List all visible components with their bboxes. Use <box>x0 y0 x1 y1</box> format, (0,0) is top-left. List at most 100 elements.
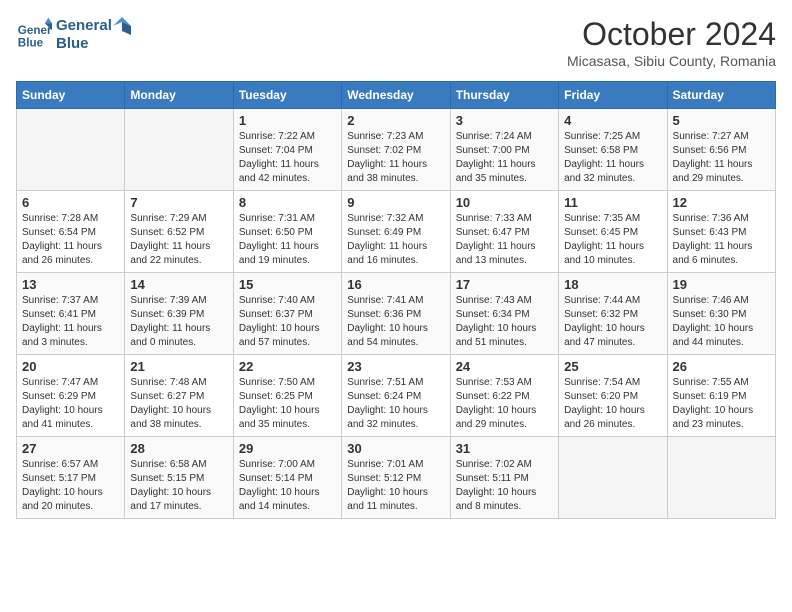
day-number: 5 <box>673 113 770 128</box>
day-info: Sunrise: 7:51 AM Sunset: 6:24 PM Dayligh… <box>347 376 444 432</box>
location: Micasasa, Sibiu County, Romania <box>567 53 776 69</box>
logo-general: General <box>56 17 112 34</box>
day-info: Sunrise: 7:02 AM Sunset: 5:11 PM Dayligh… <box>456 458 553 514</box>
day-number: 23 <box>347 359 444 374</box>
calendar-cell: 9 Sunrise: 7:32 AM Sunset: 6:49 PM Daylig… <box>342 191 450 273</box>
calendar-cell <box>125 109 233 191</box>
calendar-cell: 24 Sunrise: 7:53 AM Sunset: 6:22 PM Dayli… <box>450 355 558 437</box>
day-info: Sunrise: 7:55 AM Sunset: 6:19 PM Dayligh… <box>673 376 770 432</box>
day-number: 1 <box>239 113 336 128</box>
title-block: October 2024 Micasasa, Sibiu County, Rom… <box>567 16 776 69</box>
calendar-cell: 29Sunrise: 7:00 AM Sunset: 5:14 PM Dayli… <box>233 437 341 519</box>
calendar-cell: 5 Sunrise: 7:27 AM Sunset: 6:56 PM Daylig… <box>667 109 775 191</box>
calendar-cell: 23 Sunrise: 7:51 AM Sunset: 6:24 PM Dayli… <box>342 355 450 437</box>
day-info: Sunrise: 7:44 AM Sunset: 6:32 PM Dayligh… <box>564 294 661 350</box>
calendar-cell: 28 Sunrise: 6:58 AM Sunset: 5:15 PM Dayli… <box>125 437 233 519</box>
day-number: 22 <box>239 359 336 374</box>
day-number: 4 <box>564 113 661 128</box>
day-number: 16 <box>347 277 444 292</box>
day-info: Sunrise: 7:43 AM Sunset: 6:34 PM Dayligh… <box>456 294 553 350</box>
weekday-monday: Monday <box>125 82 233 109</box>
day-info: Sunrise: 6:57 AM Sunset: 5:17 PM Dayligh… <box>22 458 119 514</box>
weekday-friday: Friday <box>559 82 667 109</box>
day-info: Sunrise: 7:48 AM Sunset: 6:27 PM Dayligh… <box>130 376 227 432</box>
day-info: Sunrise: 7:33 AM Sunset: 6:47 PM Dayligh… <box>456 212 553 268</box>
day-info: Sunrise: 7:53 AM Sunset: 6:22 PM Dayligh… <box>456 376 553 432</box>
day-info: Sunrise: 7:24 AM Sunset: 7:00 PM Dayligh… <box>456 130 553 186</box>
day-info: Sunrise: 7:32 AM Sunset: 6:49 PM Dayligh… <box>347 212 444 268</box>
day-info: Sunrise: 7:36 AM Sunset: 6:43 PM Dayligh… <box>673 212 770 268</box>
day-info: Sunrise: 7:50 AM Sunset: 6:25 PM Dayligh… <box>239 376 336 432</box>
day-number: 14 <box>130 277 227 292</box>
day-info: Sunrise: 7:47 AM Sunset: 6:29 PM Dayligh… <box>22 376 119 432</box>
day-number: 27 <box>22 441 119 456</box>
calendar-cell: 18 Sunrise: 7:44 AM Sunset: 6:32 PM Dayli… <box>559 273 667 355</box>
calendar-cell: 22 Sunrise: 7:50 AM Sunset: 6:25 PM Dayli… <box>233 355 341 437</box>
calendar-cell: 26 Sunrise: 7:55 AM Sunset: 6:19 PM Dayli… <box>667 355 775 437</box>
calendar-cell: 30 Sunrise: 7:01 AM Sunset: 5:12 PM Dayli… <box>342 437 450 519</box>
calendar-cell <box>559 437 667 519</box>
month-title: October 2024 <box>567 16 776 53</box>
day-info: Sunrise: 7:22 AM Sunset: 7:04 PM Dayligh… <box>239 130 336 186</box>
day-info: Sunrise: 7:25 AM Sunset: 6:58 PM Dayligh… <box>564 130 661 186</box>
day-number: 25 <box>564 359 661 374</box>
week-row-5: 27 Sunrise: 6:57 AM Sunset: 5:17 PM Dayli… <box>17 437 776 519</box>
day-number: 10 <box>456 195 553 210</box>
day-number: 12 <box>673 195 770 210</box>
calendar-cell: 3Sunrise: 7:24 AM Sunset: 7:00 PM Daylig… <box>450 109 558 191</box>
day-number: 30 <box>347 441 444 456</box>
day-number: 2 <box>347 113 444 128</box>
calendar-cell: 6Sunrise: 7:28 AM Sunset: 6:54 PM Daylig… <box>17 191 125 273</box>
calendar-cell: 21 Sunrise: 7:48 AM Sunset: 6:27 PM Dayli… <box>125 355 233 437</box>
day-number: 11 <box>564 195 661 210</box>
week-row-4: 20Sunrise: 7:47 AM Sunset: 6:29 PM Dayli… <box>17 355 776 437</box>
calendar-cell: 19 Sunrise: 7:46 AM Sunset: 6:30 PM Dayli… <box>667 273 775 355</box>
day-number: 28 <box>130 441 227 456</box>
day-info: Sunrise: 7:35 AM Sunset: 6:45 PM Dayligh… <box>564 212 661 268</box>
day-number: 18 <box>564 277 661 292</box>
day-info: Sunrise: 7:29 AM Sunset: 6:52 PM Dayligh… <box>130 212 227 268</box>
day-number: 15 <box>239 277 336 292</box>
logo-arrow-icon <box>113 17 131 35</box>
day-info: Sunrise: 7:37 AM Sunset: 6:41 PM Dayligh… <box>22 294 119 350</box>
calendar-cell: 17 Sunrise: 7:43 AM Sunset: 6:34 PM Dayli… <box>450 273 558 355</box>
day-info: Sunrise: 7:46 AM Sunset: 6:30 PM Dayligh… <box>673 294 770 350</box>
day-number: 17 <box>456 277 553 292</box>
calendar-cell: 14Sunrise: 7:39 AM Sunset: 6:39 PM Dayli… <box>125 273 233 355</box>
day-info: Sunrise: 7:31 AM Sunset: 6:50 PM Dayligh… <box>239 212 336 268</box>
calendar-cell: 16Sunrise: 7:41 AM Sunset: 6:36 PM Dayli… <box>342 273 450 355</box>
calendar-cell: 25 Sunrise: 7:54 AM Sunset: 6:20 PM Dayli… <box>559 355 667 437</box>
day-number: 26 <box>673 359 770 374</box>
day-number: 31 <box>456 441 553 456</box>
page-header: General Blue General Blue October 2024 M… <box>16 16 776 69</box>
calendar-cell: 10 Sunrise: 7:33 AM Sunset: 6:47 PM Dayli… <box>450 191 558 273</box>
day-info: Sunrise: 7:00 AM Sunset: 5:14 PM Dayligh… <box>239 458 336 514</box>
calendar-cell: 12 Sunrise: 7:36 AM Sunset: 6:43 PM Dayli… <box>667 191 775 273</box>
calendar-cell: 7Sunrise: 7:29 AM Sunset: 6:52 PM Daylig… <box>125 191 233 273</box>
calendar-cell: 11 Sunrise: 7:35 AM Sunset: 6:45 PM Dayli… <box>559 191 667 273</box>
calendar-cell <box>667 437 775 519</box>
day-info: Sunrise: 7:54 AM Sunset: 6:20 PM Dayligh… <box>564 376 661 432</box>
calendar-cell <box>17 109 125 191</box>
calendar-cell: 8 Sunrise: 7:31 AM Sunset: 6:50 PM Daylig… <box>233 191 341 273</box>
day-number: 13 <box>22 277 119 292</box>
calendar-cell: 1 Sunrise: 7:22 AM Sunset: 7:04 PM Daylig… <box>233 109 341 191</box>
day-number: 8 <box>239 195 336 210</box>
day-info: Sunrise: 6:58 AM Sunset: 5:15 PM Dayligh… <box>130 458 227 514</box>
week-row-1: 1 Sunrise: 7:22 AM Sunset: 7:04 PM Daylig… <box>17 109 776 191</box>
calendar-cell: 31 Sunrise: 7:02 AM Sunset: 5:11 PM Dayli… <box>450 437 558 519</box>
day-number: 21 <box>130 359 227 374</box>
logo-icon: General Blue <box>16 16 52 52</box>
calendar-table: SundayMondayTuesdayWednesdayThursdayFrid… <box>16 81 776 519</box>
day-info: Sunrise: 7:27 AM Sunset: 6:56 PM Dayligh… <box>673 130 770 186</box>
weekday-sunday: Sunday <box>17 82 125 109</box>
day-number: 19 <box>673 277 770 292</box>
day-info: Sunrise: 7:01 AM Sunset: 5:12 PM Dayligh… <box>347 458 444 514</box>
day-number: 24 <box>456 359 553 374</box>
week-row-2: 6Sunrise: 7:28 AM Sunset: 6:54 PM Daylig… <box>17 191 776 273</box>
calendar-body: 1 Sunrise: 7:22 AM Sunset: 7:04 PM Daylig… <box>17 109 776 519</box>
day-number: 9 <box>347 195 444 210</box>
calendar-cell: 15Sunrise: 7:40 AM Sunset: 6:37 PM Dayli… <box>233 273 341 355</box>
weekday-saturday: Saturday <box>667 82 775 109</box>
weekday-thursday: Thursday <box>450 82 558 109</box>
